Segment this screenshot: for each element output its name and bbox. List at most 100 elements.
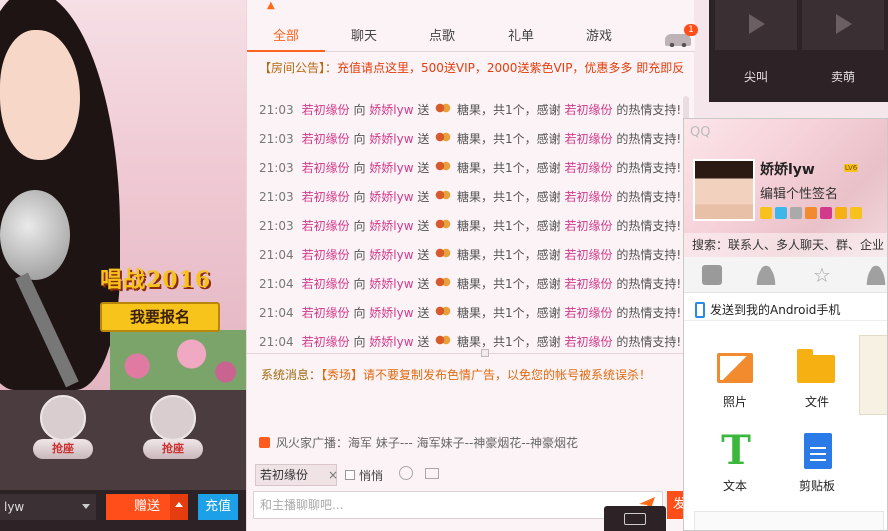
- msg-tail: 的热情支持!: [616, 277, 682, 291]
- send-to-phone[interactable]: 发送到我的Android手机: [684, 299, 887, 321]
- app-icon[interactable]: [820, 207, 832, 219]
- seat-2[interactable]: 抢座: [138, 395, 208, 485]
- app-icon[interactable]: [805, 207, 817, 219]
- qq-bottom-bar: [694, 511, 884, 530]
- room-notice[interactable]: 【房间公告】：充值请点这里，500送VIP，2000送紫色VIP，优惠多多 即充…: [259, 59, 689, 77]
- cute-effect[interactable]: [802, 0, 884, 50]
- whisper-checkbox[interactable]: [345, 470, 355, 480]
- system-message: 系统消息：【秀场】请不要复制发布色情广告，以免您的帐号被系统误杀！: [261, 366, 691, 383]
- msg-from[interactable]: 若初缘份: [302, 190, 350, 204]
- msg-from[interactable]: 若初缘份: [302, 335, 350, 349]
- msg-rest: 糖果，共1个，感谢: [457, 248, 561, 262]
- message-icon[interactable]: [702, 265, 722, 285]
- tab-chat[interactable]: 聊天: [325, 22, 403, 52]
- msg-to[interactable]: 娇娇lyw: [369, 161, 413, 175]
- msg-thank[interactable]: 若初缘份: [565, 161, 613, 175]
- msg-rest: 糖果，共1个，感谢: [457, 132, 561, 146]
- video-stream[interactable]: 唱战2016 我要报名: [0, 0, 246, 390]
- seat-1[interactable]: 抢座: [28, 395, 98, 485]
- msg-to[interactable]: 娇娇lyw: [369, 132, 413, 146]
- msg-from[interactable]: 若初缘份: [302, 161, 350, 175]
- msg-thank[interactable]: 若初缘份: [565, 248, 613, 262]
- chat-target-chip[interactable]: 若初缘份 ×: [255, 464, 338, 486]
- msg-to[interactable]: 娇娇lyw: [369, 248, 413, 262]
- gift-dropdown-button[interactable]: [170, 494, 188, 520]
- msg-time: 21:03: [259, 132, 294, 146]
- msg-tail: 的热情支持!: [616, 190, 682, 204]
- msg-from[interactable]: 若初缘份: [302, 306, 350, 320]
- car-badge: 1: [684, 24, 698, 36]
- signup-button[interactable]: 我要报名: [100, 302, 220, 332]
- msg-from[interactable]: 若初缘份: [302, 103, 350, 117]
- msg-from[interactable]: 若初缘份: [302, 248, 350, 262]
- msg-thank[interactable]: 若初缘份: [565, 335, 613, 349]
- msg-thank[interactable]: 若初缘份: [565, 277, 613, 291]
- tile-more[interactable]: [859, 335, 887, 415]
- star-icon[interactable]: ☆: [812, 265, 832, 285]
- msg-thank[interactable]: 若初缘份: [565, 306, 613, 320]
- msg-to[interactable]: 娇娇lyw: [369, 190, 413, 204]
- msg-verb: 向: [353, 335, 366, 349]
- contest-banner[interactable]: 唱战2016 我要报名: [100, 262, 240, 332]
- candy-gift-icon: [435, 103, 452, 115]
- chat-target-label: 若初缘份: [260, 468, 309, 482]
- tab-gifts[interactable]: 礼单: [482, 22, 560, 52]
- emoji-icon[interactable]: [399, 466, 413, 480]
- msg-thank[interactable]: 若初缘份: [565, 132, 613, 146]
- microphone-image: [0, 190, 70, 280]
- app-icon[interactable]: [760, 207, 772, 219]
- msg-thank[interactable]: 若初缘份: [565, 190, 613, 204]
- chat-options-row: 若初缘份 × 悄悄: [247, 462, 695, 488]
- chat-message: 21:03 若初缘份 向 娇娇lyw 送 糖果，共1个，感谢 若初缘份 的热情支持…: [259, 157, 681, 179]
- car-icon[interactable]: [665, 34, 691, 47]
- msg-send: 送: [417, 219, 430, 233]
- qq-header: QQ 娇娇lyw LV6 编辑个性签名 搜索：联系人、多人聊天、群、企业: [684, 119, 887, 257]
- close-icon[interactable]: ×: [328, 465, 338, 485]
- mail-icon[interactable]: [790, 207, 802, 219]
- msg-from[interactable]: 若初缘份: [302, 219, 350, 233]
- msg-to[interactable]: 娇娇lyw: [369, 306, 413, 320]
- folder-icon[interactable]: [835, 207, 847, 219]
- resize-handle-icon[interactable]: [481, 349, 489, 357]
- msg-thank[interactable]: 若初缘份: [565, 219, 613, 233]
- msg-tail: 的热情支持!: [616, 103, 682, 117]
- app-icon[interactable]: [850, 207, 862, 219]
- tile-text[interactable]: T 文本: [700, 425, 770, 505]
- tile-files[interactable]: 文件: [782, 341, 852, 421]
- candy-gift-icon: [435, 277, 452, 289]
- msg-to[interactable]: 娇娇lyw: [369, 335, 413, 349]
- grab-seat-button[interactable]: 抢座: [33, 439, 93, 459]
- msg-rest: 糖果，共1个，感谢: [457, 306, 561, 320]
- tile-photos[interactable]: 照片: [700, 341, 770, 421]
- msg-to[interactable]: 娇娇lyw: [369, 103, 413, 117]
- broadcast-text[interactable]: 风火家广播：海军 妹子--- 海军妹子--神豪烟花--神豪烟花: [276, 436, 578, 450]
- qq-nickname[interactable]: 娇娇lyw: [760, 159, 815, 179]
- msg-to[interactable]: 娇娇lyw: [369, 219, 413, 233]
- avatar[interactable]: [693, 159, 755, 221]
- tab-all[interactable]: 全部: [247, 22, 325, 52]
- recharge-button[interactable]: 充值: [198, 494, 238, 520]
- msg-to[interactable]: 娇娇lyw: [369, 277, 413, 291]
- tile-clipboard[interactable]: 剪贴板: [782, 425, 852, 505]
- notice-text[interactable]: 充值请点这里，500送VIP，2000送紫色VIP，优惠多多 即充即反: [337, 61, 684, 75]
- keyboard-button[interactable]: [604, 506, 666, 531]
- tab-songs[interactable]: 点歌: [403, 22, 481, 52]
- tile-photos-label: 照片: [722, 395, 747, 409]
- scream-effect[interactable]: [715, 0, 797, 50]
- msg-from[interactable]: 若初缘份: [302, 277, 350, 291]
- group-icon[interactable]: [866, 265, 886, 285]
- msg-thank[interactable]: 若初缘份: [565, 103, 613, 117]
- image-icon[interactable]: [425, 468, 439, 479]
- signature-field[interactable]: 编辑个性签名: [760, 183, 838, 202]
- chat-input[interactable]: 和主播聊聊吧...: [253, 491, 663, 519]
- msg-from[interactable]: 若初缘份: [302, 132, 350, 146]
- qq-nav-bar: ☆: [684, 257, 887, 293]
- tab-games[interactable]: 游戏: [560, 22, 638, 52]
- contacts-icon[interactable]: [756, 265, 776, 285]
- gift-target-label: lyw: [4, 500, 25, 514]
- gift-target-select[interactable]: lyw: [0, 494, 96, 520]
- grab-seat-button[interactable]: 抢座: [143, 439, 203, 459]
- qq-search-input[interactable]: 搜索：联系人、多人聊天、群、企业: [684, 233, 887, 257]
- system-label: 系统消息：: [261, 368, 322, 382]
- app-icon[interactable]: [775, 207, 787, 219]
